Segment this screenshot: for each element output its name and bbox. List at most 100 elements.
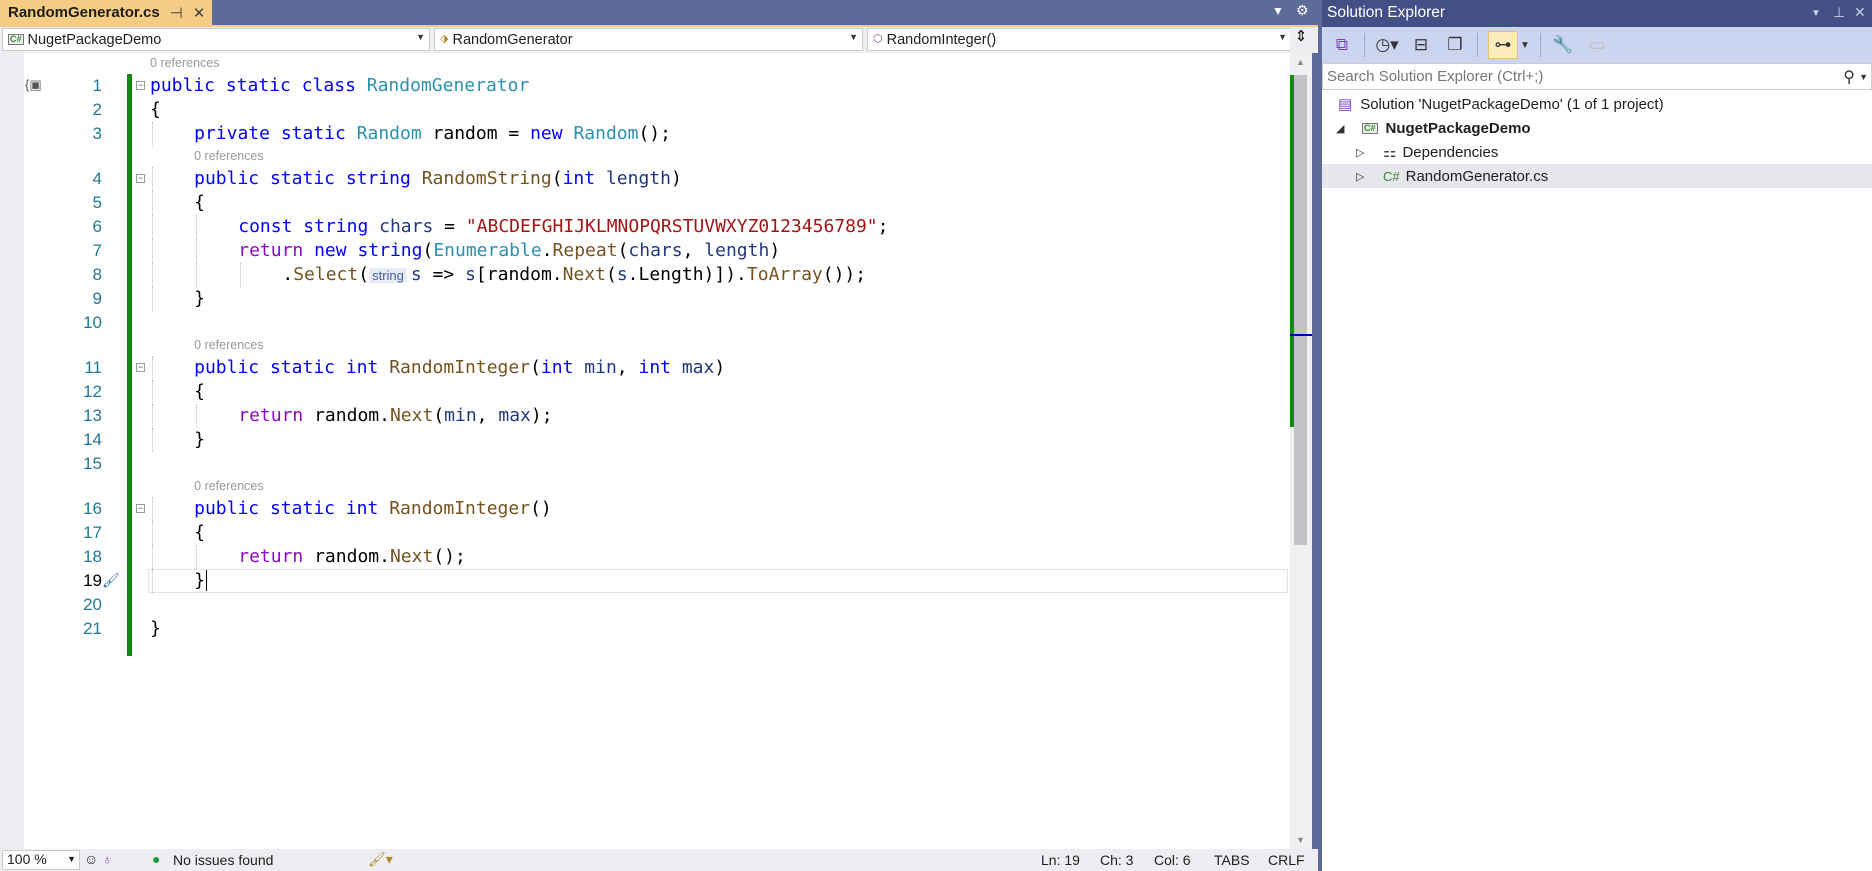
codelens-references[interactable]: 0 references	[0, 476, 1290, 497]
line-number: 3	[92, 124, 102, 143]
tab-list-dropdown-icon[interactable]: ▼	[1272, 4, 1284, 18]
code-line[interactable]: 16 − public static int RandomInteger()	[0, 497, 1290, 521]
collapse-icon[interactable]: −	[136, 363, 145, 372]
code-line[interactable]: 3 private static Random random = new Rand…	[0, 122, 1290, 146]
tree-item-project[interactable]: ◢ C# NugetPackageDemo	[1322, 116, 1872, 140]
code-line[interactable]: 6 const string chars = "ABCDEFGHIJKLMNOPQ…	[0, 215, 1290, 239]
chevron-down-icon[interactable]: ▼	[1520, 40, 1530, 51]
code-line[interactable]: 9}	[0, 287, 1290, 311]
chevron-down-icon[interactable]: ▼	[1859, 72, 1868, 82]
line-number: 18	[83, 547, 102, 566]
pin-icon[interactable]: ⊥	[1833, 0, 1845, 25]
class-icon: ⬗	[440, 33, 449, 45]
collapse-icon[interactable]: −	[136, 504, 145, 513]
gear-icon[interactable]: ⚙	[1296, 2, 1309, 19]
scrollbar-thumb[interactable]	[1294, 75, 1307, 545]
scroll-down-icon[interactable]: ▼	[1296, 835, 1305, 845]
code-line[interactable]: 10	[0, 311, 1290, 335]
code-token: random.	[314, 546, 390, 567]
window-options-icon[interactable]: ▼	[1811, 1, 1821, 26]
code-line[interactable]: 18 return random.Next();	[0, 545, 1290, 569]
issues-status[interactable]: No issues found	[173, 852, 273, 868]
split-editor-button[interactable]: ⇕	[1290, 27, 1312, 53]
tree-item-dependencies[interactable]: ▷ ⚏ Dependencies	[1322, 140, 1872, 164]
vertical-scrollbar[interactable]: ▲ ▼	[1290, 53, 1312, 849]
code-token: {	[194, 192, 205, 213]
tab-random-generator[interactable]: RandomGenerator.cs ⊣ ✕	[0, 0, 212, 25]
code-token: length	[605, 168, 671, 189]
project-dropdown[interactable]: C# NugetPackageDemo ▼	[2, 28, 430, 51]
codelens-references[interactable]: 0 references	[0, 146, 1290, 167]
code-text: return random.Next(min, max);	[238, 404, 552, 428]
intellicode-icon[interactable]: ♁	[102, 851, 113, 867]
column-indicator[interactable]: Col: 6	[1154, 852, 1191, 868]
code-line[interactable]: 11− public static int RandomInteger(int m…	[0, 356, 1290, 380]
indent-guide	[152, 191, 153, 215]
collapse-icon[interactable]: −	[136, 174, 145, 183]
pending-changes-filter-icon[interactable]: ◷▾	[1375, 35, 1399, 55]
properties-wrench-icon[interactable]: 🔧	[1551, 35, 1575, 55]
close-icon[interactable]: ✕	[1854, 0, 1866, 25]
scroll-up-icon[interactable]: ▲	[1296, 57, 1305, 67]
search-icon[interactable]: ⚲	[1843, 67, 1855, 87]
sync-active-document-icon[interactable]: ⊶	[1488, 31, 1518, 59]
code-line[interactable]: 8 .Select(string s => s[random.Next(s.Leng…	[0, 263, 1290, 287]
code-line[interactable]: 17 {	[0, 521, 1290, 545]
code-token: .	[282, 264, 294, 285]
close-icon[interactable]: ✕	[193, 4, 206, 22]
code-line[interactable]: 12 {	[0, 380, 1290, 404]
chevron-down-icon: ▼	[1278, 32, 1287, 42]
separator	[1477, 33, 1478, 57]
tree-item-solution[interactable]: ▤ Solution 'NugetPackageDemo' (1 of 1 pr…	[1322, 92, 1872, 116]
char-indicator[interactable]: Ch: 3	[1100, 852, 1133, 868]
code-line[interactable]: 13 return random.Next(min, max);	[0, 404, 1290, 428]
code-token: ();	[638, 123, 671, 144]
code-token: static	[269, 498, 346, 519]
copilot-icon[interactable]: ☺	[84, 851, 98, 867]
code-line[interactable]: 15	[0, 452, 1290, 476]
show-all-files-icon[interactable]: ❐	[1443, 35, 1467, 55]
code-token: Repeat	[552, 240, 618, 261]
current-line-highlight	[148, 569, 1288, 593]
code-cleanup-icon[interactable]: 🖌▾	[368, 851, 393, 868]
code-line[interactable]: 19 🖌}	[0, 569, 1290, 593]
code-area[interactable]: {▣ 0 references 1− public static class Ran…	[0, 53, 1290, 849]
code-line[interactable]: 20	[0, 593, 1290, 617]
line-number: 2	[92, 100, 102, 119]
code-line[interactable]: 4 − public static string RandomString(int …	[0, 167, 1290, 191]
indent-guide	[196, 239, 198, 263]
line-ending[interactable]: CRLF	[1268, 852, 1305, 868]
code-line[interactable]: 14}	[0, 428, 1290, 452]
line-number: 12	[83, 382, 102, 401]
collapse-icon[interactable]: −	[136, 81, 145, 90]
code-line[interactable]: 5{	[0, 191, 1290, 215]
codelens-references[interactable]: 0 references	[0, 53, 1290, 74]
indent-guide	[152, 122, 153, 146]
collapse-all-icon[interactable]: ⊟	[1409, 35, 1433, 55]
collapsed-arrow-icon[interactable]: ▷	[1356, 146, 1364, 159]
collapsed-arrow-icon[interactable]: ▷	[1356, 170, 1364, 183]
code-token: new	[530, 123, 574, 144]
indent-guide	[152, 404, 153, 428]
line-number: 11	[84, 358, 102, 377]
solution-explorer-toolbar: ⧉ ◷▾ ⊟ ❐ ⊶ ▼ 🔧 ▭	[1322, 27, 1872, 63]
codelens-references[interactable]: 0 references	[0, 335, 1290, 356]
tree-item-file[interactable]: ▷ C# RandomGenerator.cs	[1322, 164, 1872, 188]
code-token: length	[704, 240, 770, 261]
code-line[interactable]: 21}	[0, 617, 1290, 641]
class-dropdown[interactable]: ⬗ RandomGenerator ▼	[434, 28, 863, 51]
line-indicator[interactable]: Ln: 19	[1041, 852, 1080, 868]
zoom-dropdown[interactable]: 100 % ▼	[2, 850, 80, 870]
quick-actions-brush-icon[interactable]: 🖌	[102, 569, 120, 593]
indent-mode[interactable]: TABS	[1214, 852, 1250, 868]
code-line[interactable]: 7 return new string(Enumerable.Repeat(cha…	[0, 239, 1290, 263]
member-dropdown[interactable]: ⬡ RandomInteger() ▼	[867, 28, 1292, 51]
code-token: s	[616, 264, 628, 285]
code-line[interactable]: 2{	[0, 98, 1290, 122]
preview-icon: ▭	[1588, 35, 1605, 54]
pin-icon[interactable]: ⊣	[170, 4, 183, 22]
switch-views-icon[interactable]: ⧉	[1330, 35, 1354, 55]
code-line[interactable]: 1 − public static class RandomGenerator	[0, 74, 1290, 98]
expanded-arrow-icon[interactable]: ◢	[1336, 122, 1344, 135]
solution-search-input[interactable]: Search Solution Explorer (Ctrl+;) ⚲ ▼	[1322, 63, 1872, 90]
